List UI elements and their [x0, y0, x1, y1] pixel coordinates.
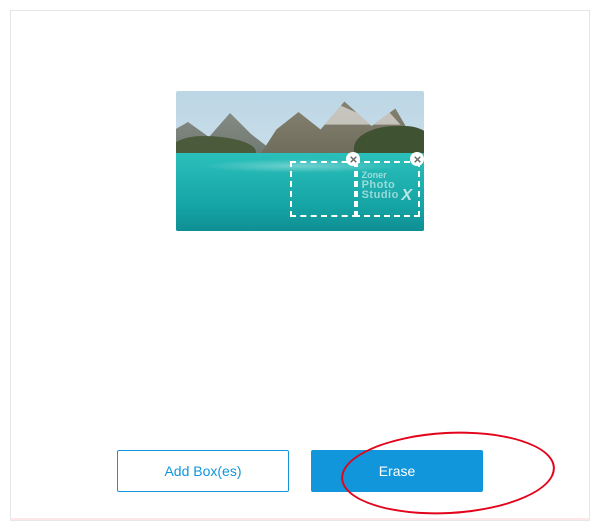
add-box-button[interactable]: Add Box(es) — [117, 450, 289, 492]
close-icon — [350, 156, 357, 163]
app-frame: Zoner Photo Studio X Add Box(es) — [0, 0, 600, 531]
selection-group[interactable] — [290, 161, 420, 217]
erase-button[interactable]: Erase — [311, 450, 483, 492]
selection-close-handle[interactable] — [346, 152, 360, 166]
selection-close-handle[interactable] — [410, 152, 424, 166]
selection-box[interactable] — [290, 161, 358, 217]
editor-panel: Zoner Photo Studio X Add Box(es) — [10, 10, 590, 521]
selection-box[interactable] — [354, 161, 420, 217]
erase-button-label: Erase — [379, 463, 416, 479]
action-toolbar: Add Box(es) Erase — [11, 450, 589, 492]
image-canvas[interactable]: Zoner Photo Studio X — [176, 91, 424, 231]
add-box-button-label: Add Box(es) — [164, 463, 241, 479]
close-icon — [414, 156, 421, 163]
